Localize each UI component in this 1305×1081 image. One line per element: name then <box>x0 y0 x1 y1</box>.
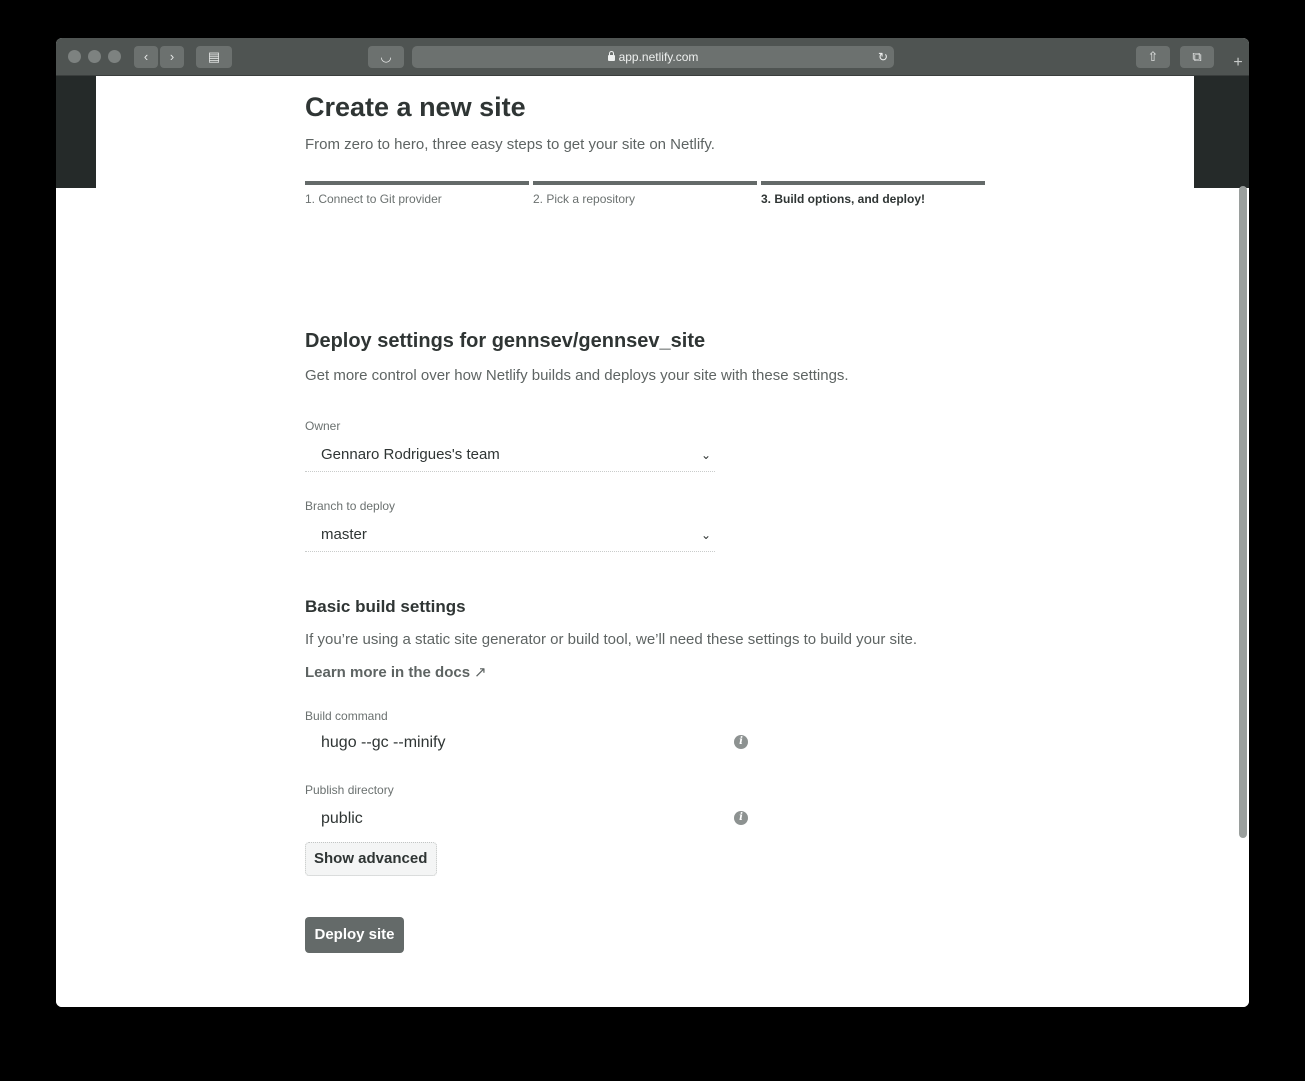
browser-toolbar: ‹ › ▤ ◡ app.netlify.com ↻ ⇧ ⧉ + <box>56 38 1249 76</box>
sidebar-icon: ▤ <box>207 49 221 64</box>
owner-value: Gennaro Rodrigues's team <box>321 446 500 463</box>
minimize-window-button[interactable] <box>88 50 101 63</box>
owner-label: Owner <box>305 419 341 433</box>
pocket-button[interactable]: ◡ <box>368 46 404 68</box>
build-command-label: Build command <box>305 709 388 723</box>
browser-window: ‹ › ▤ ◡ app.netlify.com ↻ ⇧ ⧉ + Create a… <box>56 38 1249 1007</box>
deploy-settings-heading: Deploy settings for gennsev/gennsev_site <box>305 330 706 352</box>
header-card <box>96 76 1194 188</box>
build-command-input[interactable]: hugo --gc --minify <box>305 726 717 760</box>
deploy-site-button[interactable]: Deploy site <box>305 917 404 953</box>
show-advanced-button[interactable]: Show advanced <box>305 842 437 876</box>
close-window-button[interactable] <box>68 50 81 63</box>
chevron-down-icon: ⌄ <box>700 448 711 462</box>
pocket-icon: ◡ <box>380 49 392 64</box>
new-tab-button[interactable]: + <box>1227 52 1249 74</box>
build-settings-description: If you’re using a static site generator … <box>305 631 918 648</box>
sidebar-toggle-button[interactable]: ▤ <box>196 46 232 68</box>
page-subtitle: From zero to hero, three easy steps to g… <box>305 136 715 153</box>
lock-icon <box>607 51 615 61</box>
deploy-settings-description: Get more control over how Netlify builds… <box>305 367 849 384</box>
publish-directory-info-icon[interactable]: i <box>734 811 748 825</box>
page-content: Create a new site From zero to hero, thr… <box>56 76 1249 1007</box>
url-text: app.netlify.com <box>618 50 699 64</box>
step-build-options: 3. Build options, and deploy! <box>761 181 985 206</box>
step-connect[interactable]: 1. Connect to Git provider <box>305 181 529 206</box>
forward-button[interactable]: › <box>160 46 184 68</box>
chevron-down-icon: ⌄ <box>700 528 711 542</box>
back-button[interactable]: ‹ <box>134 46 158 68</box>
branch-label: Branch to deploy <box>305 499 396 513</box>
share-icon: ⇧ <box>1147 49 1159 64</box>
step-progress: 1. Connect to Git provider 2. Pick a rep… <box>305 181 985 211</box>
branch-value: master <box>321 526 367 543</box>
tabs-overview-button[interactable]: ⧉ <box>1180 46 1214 68</box>
step-pick-repository[interactable]: 2. Pick a repository <box>533 181 757 206</box>
external-link-icon: ↗ <box>474 664 487 681</box>
docs-link[interactable]: Learn more in the docs ↗ <box>305 663 487 681</box>
owner-select[interactable]: Gennaro Rodrigues's team ⌄ <box>305 438 715 472</box>
page-title: Create a new site <box>305 92 526 122</box>
publish-directory-label: Publish directory <box>305 783 394 797</box>
branch-select[interactable]: master ⌄ <box>305 518 715 552</box>
build-settings-heading: Basic build settings <box>305 597 466 616</box>
chevron-right-icon: › <box>169 49 175 64</box>
tabs-icon: ⧉ <box>1192 49 1202 64</box>
share-button[interactable]: ⇧ <box>1136 46 1170 68</box>
build-command-info-icon[interactable]: i <box>734 735 748 749</box>
scrollbar[interactable] <box>1239 186 1247 838</box>
address-bar[interactable]: app.netlify.com ↻ <box>412 46 894 68</box>
chevron-left-icon: ‹ <box>143 49 149 64</box>
reload-icon[interactable]: ↻ <box>878 46 888 68</box>
publish-directory-input[interactable]: public <box>305 802 717 836</box>
zoom-window-button[interactable] <box>108 50 121 63</box>
